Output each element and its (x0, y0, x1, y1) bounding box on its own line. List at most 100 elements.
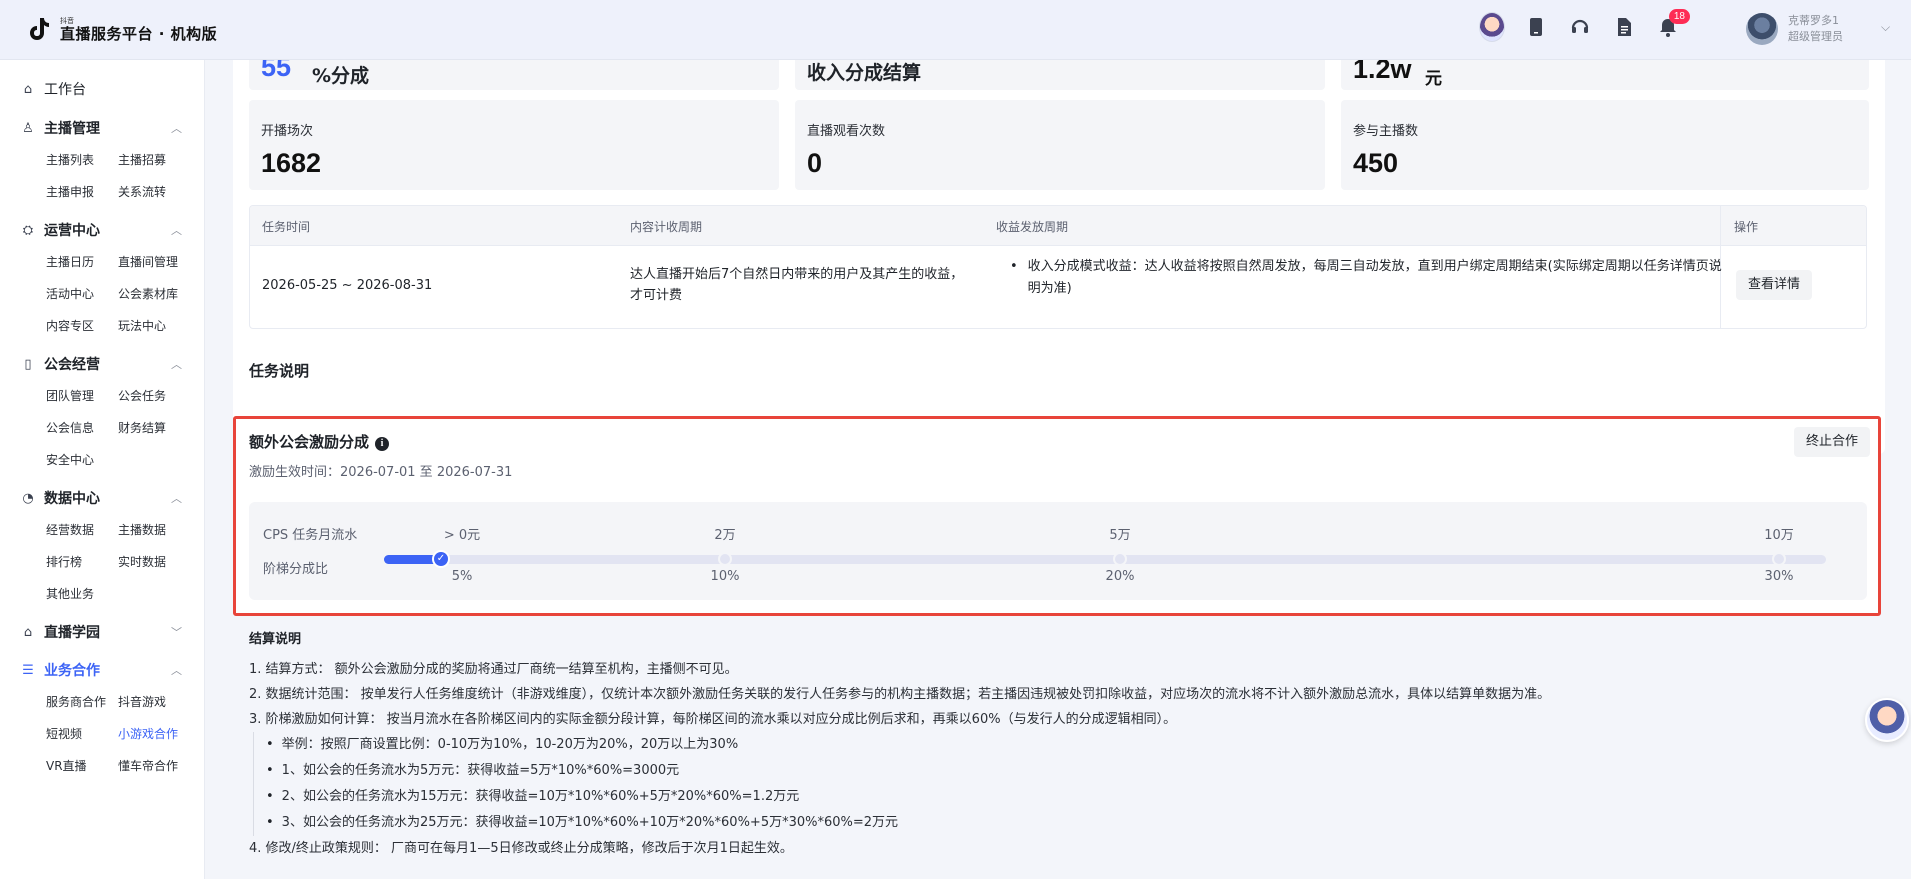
sidebar-item-home[interactable]: ⌂ 工作台 (0, 72, 204, 106)
sidebar-item[interactable]: 主播招募 (118, 144, 198, 176)
stat-label: 直播观看次数 (807, 124, 886, 139)
douyin-logo-icon (28, 17, 52, 43)
sidebar-item[interactable]: 内容专区 (46, 310, 118, 342)
tier-ratio: 10% (710, 569, 740, 584)
assistant-avatar[interactable] (1479, 12, 1505, 42)
logo[interactable]: 抖音 直播服务平台 · 机构版 (28, 17, 217, 43)
sidebar-item[interactable]: 财务结算 (118, 412, 198, 444)
platform-title: 直播服务平台 · 机构版 (60, 24, 218, 43)
sidebar-item[interactable]: 主播日历 (46, 246, 118, 278)
info-icon[interactable]: i (375, 437, 390, 451)
sidebar-group-operation[interactable]: ⛭ 运营中心 ︿ (0, 214, 204, 246)
sidebar-item[interactable]: 短视频 (46, 718, 118, 750)
column-header: 任务时间 (262, 220, 311, 234)
sidebar-group-anchor[interactable]: ♙ 主播管理 ︿ (0, 112, 204, 144)
settlement-line: 2. 数据统计范围： 按单发行人任务维度统计（非游戏维度），仅统计本次额外激励任… (249, 687, 1551, 702)
tier-track: ✓ (384, 550, 1826, 568)
tier-threshold: 5万 (1109, 528, 1131, 543)
chevron-down-icon[interactable]: ⌵ (1881, 20, 1911, 35)
operation-column (1720, 206, 1866, 328)
sidebar-item[interactable]: 主播列表 (46, 144, 118, 176)
operation-icon: ⛭ (22, 222, 34, 238)
view-details-button[interactable]: 查看详情 (1736, 270, 1813, 300)
sidebar-group-guild[interactable]: ▯ 公会经营 ︿ (0, 348, 204, 380)
floating-assistant-avatar[interactable] (1865, 698, 1909, 742)
chevron-up-icon: ︿ (171, 492, 182, 505)
column-header: 内容计收周期 (630, 220, 703, 234)
settlement-line: 1. 结算方式： 额外公会激励分成的奖励将通过厂商统一结算至机构，主播侧不可见。 (249, 662, 738, 677)
sidebar-item[interactable]: 排行榜 (46, 546, 118, 578)
tier-ratio-label: 阶梯分成比 (263, 562, 329, 577)
tier-dot (1113, 552, 1127, 566)
tier-dot (1772, 552, 1786, 566)
sidebar-item[interactable]: 安全中心 (46, 444, 118, 476)
settlement-line: 3. 阶梯激励如何计算： 按当月流水在各阶梯区间内的实际金额分段计算，每阶梯区间… (249, 712, 1177, 727)
tier-dot-current: ✓ (432, 550, 450, 568)
payout-cycle-cell: • 收入分成模式收益：达人收益将按照自然周发放，每周三自动发放，直到用户绑定周期… (1010, 256, 1722, 300)
sidebar-item[interactable]: 直播间管理 (118, 246, 198, 278)
sidebar-group-label: 公会经营 (44, 357, 100, 373)
headset-icon[interactable] (1567, 14, 1593, 40)
user-avatar (1746, 13, 1778, 45)
example-item: 举例：按照厂商设置比例：0-10万为10%，10-20万为20%，20万以上为3… (254, 732, 1869, 758)
stat-views: 直播观看次数 0 (795, 100, 1325, 190)
chevron-up-icon: ︿ (171, 122, 182, 135)
settlement-line: 4. 修改/终止政策规则： 厂商可在每月1—5日修改或终止分成策略，修改后于次月… (249, 841, 793, 856)
sidebar-item[interactable]: 关系流转 (118, 176, 198, 208)
share-unit: %分成 (312, 65, 370, 87)
sidebar-item[interactable]: 活动中心 (46, 278, 118, 310)
cps-flow-label: CPS 任务月流水 (263, 528, 358, 543)
document-icon[interactable] (1611, 14, 1637, 40)
sidebar-item[interactable]: 公会素材库 (118, 278, 198, 310)
guild-icon: ▯ (24, 356, 32, 372)
sidebar-group-school[interactable]: ⌂ 直播学园 ﹀ (0, 616, 204, 648)
sidebar-item[interactable]: 公会信息 (46, 412, 118, 444)
settlement-section: 结算说明 1. 结算方式： 额外公会激励分成的奖励将通过厂商统一结算至机构，主播… (249, 628, 1869, 861)
user-icon: ♙ (22, 120, 34, 136)
sidebar-item[interactable]: 经营数据 (46, 514, 118, 546)
stat-value: 450 (1353, 148, 1399, 178)
sidebar-group-business[interactable]: ☰ 业务合作 ︿ (0, 654, 204, 686)
tier-ratio: 5% (451, 569, 473, 584)
notification-badge: 18 (1668, 9, 1690, 24)
stat-label: 参与主播数 (1353, 124, 1419, 139)
tier-threshold: 2万 (714, 528, 736, 543)
sidebar-item[interactable]: 其他业务 (46, 578, 118, 610)
sidebar-group-label: 直播学园 (44, 625, 100, 641)
settle-mode-title: 收入分成结算 (807, 62, 922, 84)
stop-cooperation-button[interactable]: 终止合作 (1793, 427, 1870, 457)
incentive-title-row: 额外公会激励分成 i (249, 431, 390, 452)
home-icon: ⌂ (23, 81, 33, 97)
sidebar-item[interactable]: 主播申报 (46, 176, 118, 208)
sidebar-item[interactable]: VR直播 (46, 750, 118, 782)
sidebar-item[interactable]: 懂车帝合作 (118, 750, 198, 782)
sidebar-item-label: 工作台 (44, 82, 86, 98)
sidebar-item[interactable]: 玩法中心 (118, 310, 198, 342)
bell-icon[interactable]: 18 (1655, 9, 1690, 40)
sidebar-item[interactable]: 服务商合作 (46, 686, 118, 718)
tier-progress-box: CPS 任务月流水 阶梯分成比 > 0元 2万 5万 10万 ✓ 5% 10% … (249, 502, 1867, 600)
stat-anchors: 参与主播数 450 (1341, 100, 1869, 190)
example-item: 2、如公会的任务流水为15万元：获得收益=10万*10%*60%+5万*20%*… (254, 784, 1869, 810)
school-icon: ⌂ (23, 624, 33, 640)
sidebar-item[interactable]: 公会任务 (118, 380, 198, 412)
main-content: 55 %分成 收入分成结算 1.2w 元 开播场次 1682 直播观看次数 0 … (233, 50, 1885, 879)
sidebar-item[interactable]: 实时数据 (118, 546, 198, 578)
tier-threshold: > 0元 (443, 528, 481, 543)
sidebar-item[interactable]: 主播数据 (118, 514, 198, 546)
sidebar-group-data[interactable]: ◔ 数据中心 ︿ (0, 482, 204, 514)
stat-broadcasts: 开播场次 1682 (249, 100, 779, 190)
user-menu[interactable]: 克蒂罗多1 超级管理员 (1746, 13, 1843, 45)
sidebar-item[interactable]: 团队管理 (46, 380, 118, 412)
sidebar: ⌂ 工作台 ♙ 主播管理 ︿ 主播列表 主播招募 主播申报 关系流转 ⛭ 运营中… (0, 60, 205, 879)
tier-dot (718, 552, 732, 566)
task-time-cell: 2026-05-25 ~ 2026-08-31 (262, 278, 433, 293)
sidebar-item[interactable]: 抖音游戏 (118, 686, 198, 718)
table-header: 任务时间 内容计收周期 收益发放周期 操作 (250, 206, 1866, 246)
sidebar-item-active[interactable]: 小游戏合作 (118, 718, 198, 750)
content-cycle-cell: 达人直播开始后7个自然日内带来的用户及其产生的收益，才可计费 (630, 267, 964, 303)
tier-ratio: 30% (1764, 569, 1794, 584)
phone-icon[interactable] (1523, 14, 1549, 40)
sidebar-group-label: 主播管理 (44, 121, 100, 137)
list-icon: ☰ (22, 662, 34, 678)
